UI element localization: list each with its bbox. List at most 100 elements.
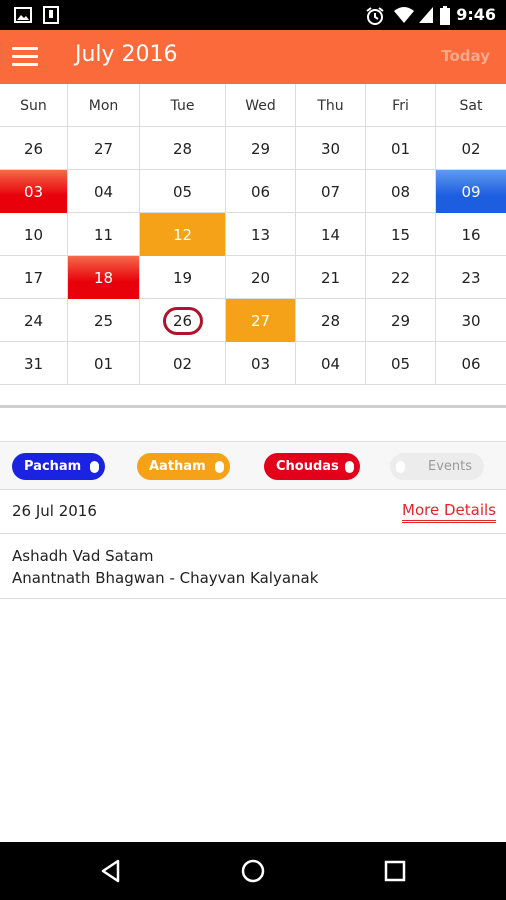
day-number: 28 (172, 139, 193, 158)
event-details: Ashadh Vad Satam Anantnath Bhagwan - Cha… (0, 534, 506, 599)
calendar-day[interactable]: 29 (226, 127, 296, 170)
battery-icon (440, 6, 450, 25)
weekday-label: Sat (459, 97, 483, 114)
day-number: 31 (23, 354, 44, 373)
calendar-week-row: 31 01 02 03 04 05 06 (0, 342, 506, 385)
weekday-label: Sun (0, 84, 68, 127)
weekday-label: Thu (296, 84, 366, 127)
day-number: 09 (461, 182, 481, 201)
day-number: 06 (461, 354, 481, 373)
day-number: 27 (93, 139, 114, 158)
events-toggle[interactable]: Events (390, 453, 484, 480)
calendar-day[interactable]: 19 (140, 256, 226, 299)
calendar-day[interactable]: 06 (436, 342, 506, 385)
day-number: 10 (23, 225, 44, 244)
day-number: 12 (172, 225, 193, 244)
calendar-day[interactable]: 22 (366, 256, 436, 299)
calendar-day[interactable]: 24 (0, 299, 68, 342)
day-number: 25 (93, 311, 114, 330)
back-icon[interactable] (96, 856, 126, 886)
calendar-day[interactable]: 30 (296, 127, 366, 170)
calendar-day[interactable]: 28 (296, 299, 366, 342)
app-bar: July 2016 Today (0, 30, 506, 84)
calendar-week-row: 17 18 19 20 21 22 23 (0, 256, 506, 299)
weekday-label: Fri (366, 84, 436, 127)
calendar-day[interactable]: 31 (0, 342, 68, 385)
calendar-day[interactable]: 20 (226, 256, 296, 299)
day-number: 19 (172, 268, 193, 287)
toggle-label: Events (428, 459, 473, 474)
calendar-day[interactable]: 23 (436, 256, 506, 299)
toggle-knob (215, 461, 224, 473)
day-number: 24 (23, 311, 44, 330)
day-number: 07 (320, 182, 341, 201)
day-number: 22 (390, 268, 411, 287)
calendar-day[interactable]: 05 (140, 170, 226, 213)
divider (0, 405, 506, 408)
calendar-day[interactable]: 18 (68, 256, 140, 299)
calendar-day[interactable]: 13 (226, 213, 296, 256)
calendar-day[interactable]: 09 (436, 170, 506, 213)
menu-icon[interactable] (12, 45, 38, 67)
calendar-day[interactable]: 05 (366, 342, 436, 385)
calendar-day[interactable]: 30 (436, 299, 506, 342)
calendar-day[interactable]: 01 (366, 127, 436, 170)
event-line: Anantnath Bhagwan - Chayvan Kalyanak (12, 569, 319, 587)
day-number: 18 (93, 268, 114, 287)
more-details-link[interactable]: More Details (402, 501, 496, 523)
calendar-day[interactable]: 03 (0, 170, 68, 213)
day-number: 26 (172, 311, 193, 330)
recents-icon[interactable] (380, 856, 410, 886)
calendar-day[interactable]: 17 (0, 256, 68, 299)
day-number: 30 (461, 311, 481, 330)
calendar-day[interactable]: 21 (296, 256, 366, 299)
legend-bar: Pacham Aatham Choudas Events (0, 441, 506, 490)
aatham-toggle[interactable]: Aatham (137, 453, 230, 480)
calendar-week-row: 24 25 26 27 28 29 30 (0, 299, 506, 342)
calendar-week-row: 10 11 12 13 14 15 16 (0, 213, 506, 256)
day-number: 04 (93, 182, 114, 201)
calendar-day[interactable]: 03 (226, 342, 296, 385)
calendar-day[interactable]: 06 (226, 170, 296, 213)
day-number: 27 (250, 311, 271, 330)
day-number: 05 (390, 354, 411, 373)
toggle-label: Pacham (24, 459, 82, 474)
toggle-knob (396, 461, 405, 473)
calendar-day[interactable]: 14 (296, 213, 366, 256)
calendar-day[interactable]: 27 (226, 299, 296, 342)
calendar-day[interactable]: 07 (296, 170, 366, 213)
day-number: 20 (250, 268, 271, 287)
calendar-day[interactable]: 04 (68, 170, 140, 213)
weekday-label: Wed (226, 84, 296, 127)
calendar-day-selected[interactable]: 26 (140, 299, 226, 342)
calendar-day[interactable]: 26 (0, 127, 68, 170)
day-number: 13 (250, 225, 271, 244)
status-bar: 9:46 (0, 0, 506, 30)
calendar-day[interactable]: 02 (140, 342, 226, 385)
calendar-day[interactable]: 25 (68, 299, 140, 342)
day-number: 05 (172, 182, 193, 201)
alarm-icon (366, 7, 384, 25)
pacham-toggle[interactable]: Pacham (12, 453, 105, 480)
calendar-day[interactable]: 28 (140, 127, 226, 170)
calendar-day[interactable]: 08 (366, 170, 436, 213)
day-number: 06 (250, 182, 271, 201)
calendar-day[interactable]: 27 (68, 127, 140, 170)
weekday-label: Mon (68, 84, 140, 127)
today-button[interactable]: Today (441, 47, 490, 65)
calendar-day[interactable]: 15 (366, 213, 436, 256)
calendar-day[interactable]: 29 (366, 299, 436, 342)
choudas-toggle[interactable]: Choudas (264, 453, 360, 480)
toggle-label: Aatham (149, 459, 206, 474)
home-icon[interactable] (238, 856, 268, 886)
calendar-day[interactable]: 16 (436, 213, 506, 256)
calendar-day[interactable]: 04 (296, 342, 366, 385)
calendar-day[interactable]: 10 (0, 213, 68, 256)
day-number: 15 (390, 225, 411, 244)
calendar-day[interactable]: 01 (68, 342, 140, 385)
day-number: 28 (320, 311, 341, 330)
calendar-day[interactable]: 02 (436, 127, 506, 170)
calendar-day[interactable]: 12 (140, 213, 226, 256)
day-number: 01 (390, 139, 411, 158)
calendar-day[interactable]: 11 (68, 213, 140, 256)
